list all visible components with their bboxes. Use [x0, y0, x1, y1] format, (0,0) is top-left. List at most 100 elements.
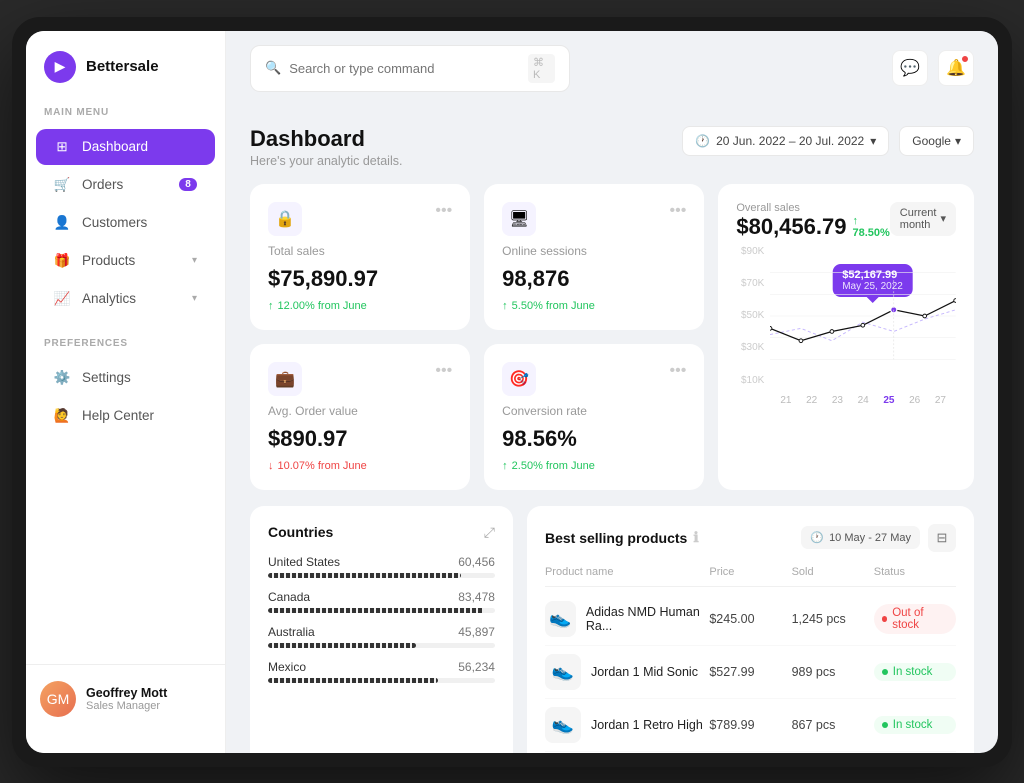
countries-card: Countries ⤢ United States 60,456 [250, 506, 513, 753]
filter-button[interactable]: ⊟ [928, 524, 956, 552]
notifications-button[interactable]: 🔔 [938, 50, 974, 86]
sidebar-item-label-help: Help Center [82, 408, 154, 423]
notification-dot [961, 55, 969, 63]
countries-title: Countries [268, 524, 333, 540]
overall-sales-label: Overall sales [736, 202, 889, 214]
product-price-2: $789.99 [709, 718, 791, 732]
sidebar-item-analytics[interactable]: 📈 Analytics ▾ [36, 281, 215, 317]
conversion-value: 98.56% [502, 426, 686, 452]
best-selling-card: Best selling products ℹ 🕐 10 May - 27 Ma… [527, 506, 974, 753]
stats-col-2: 🖥 ••• Online sessions 98,876 ↑ 5.50% fro… [484, 184, 704, 490]
conversion-label: Conversion rate [502, 404, 686, 418]
country-row-au: Australia 45,897 [268, 625, 495, 648]
sidebar-item-label-orders: Orders [82, 177, 123, 192]
dashboard-title-block: Dashboard Here's your analytic details. [250, 126, 402, 168]
messages-button[interactable]: 💬 [892, 50, 928, 86]
user-role: Sales Manager [86, 700, 211, 712]
info-icon: ℹ [693, 529, 698, 546]
sessions-icon: 🖥 [502, 202, 536, 236]
chart-svg-container: 21 22 23 24 25 26 27 [770, 246, 956, 406]
avg-order-change: ↓ 10.07% from June [268, 460, 452, 472]
period-chevron: ▾ [940, 212, 946, 225]
avg-order-value: $890.97 [268, 426, 452, 452]
search-bar[interactable]: 🔍 ⌘ K [250, 45, 570, 92]
product-sold-1: 989 pcs [792, 665, 874, 679]
date-chevron: ▾ [870, 134, 876, 148]
product-cell-2: 👟 Jordan 1 Retro High [545, 707, 709, 743]
sessions-value: 98,876 [502, 266, 686, 292]
period-button[interactable]: Current month ▾ [890, 202, 956, 236]
dashboard-subtitle: Here's your analytic details. [250, 154, 402, 168]
date-picker[interactable]: 🕐 20 Jun. 2022 – 20 Jul. 2022 ▾ [682, 126, 889, 156]
sidebar-item-label-settings: Settings [82, 370, 131, 385]
product-name-0: Adidas NMD Human Ra... [586, 605, 710, 633]
product-thumb-1: 👟 [545, 654, 581, 690]
conversion-arrow: ↑ [502, 460, 508, 472]
total-sales-change-text: 12.00% from June [278, 300, 367, 312]
source-text: Google [912, 134, 951, 148]
status-dot-1 [882, 669, 888, 675]
sessions-change-text: 5.50% from June [512, 300, 595, 312]
avg-order-change-text: 10.07% from June [278, 460, 367, 472]
bsp-table-header: Product name Price Sold Status [545, 566, 956, 587]
analytics-chevron: ▾ [192, 293, 197, 304]
sessions-label: Online sessions [502, 244, 686, 258]
sidebar-item-settings[interactable]: ⚙️ Settings [36, 360, 215, 396]
country-row-mx: Mexico 56,234 [268, 660, 495, 683]
bsp-title: Best selling products ℹ [545, 529, 699, 546]
product-thumb-0: 👟 [545, 601, 576, 637]
header-controls: 🕐 20 Jun. 2022 – 20 Jul. 2022 ▾ Google ▾ [682, 126, 974, 156]
user-info: Geoffrey Mott Sales Manager [86, 686, 211, 712]
topbar: 🔍 ⌘ K 💬 🔔 [226, 31, 998, 106]
bottom-row: Countries ⤢ United States 60,456 [250, 506, 974, 753]
sidebar-item-dashboard[interactable]: ⊞ Dashboard [36, 129, 215, 165]
main-menu-label: MAIN MENU [26, 107, 225, 128]
product-cell-0: 👟 Adidas NMD Human Ra... [545, 601, 709, 637]
conversion-icon: 🎯 [502, 362, 536, 396]
sidebar-item-customers[interactable]: 👤 Customers [36, 205, 215, 241]
expand-button[interactable]: ⤢ [484, 524, 495, 541]
country-row-us: United States 60,456 [268, 555, 495, 578]
search-input[interactable] [289, 61, 520, 76]
conversion-menu[interactable]: ••• [670, 362, 687, 380]
logo: ▶ Bettersale [26, 51, 225, 107]
bsp-date-range[interactable]: 🕐 10 May - 27 May [801, 526, 920, 549]
sidebar-item-products[interactable]: 🎁 Products ▾ [36, 243, 215, 279]
avatar: GM [40, 681, 76, 717]
avg-order-menu[interactable]: ••• [435, 362, 452, 380]
user-name: Geoffrey Mott [86, 686, 211, 700]
bsp-controls: 🕐 10 May - 27 May ⊟ [801, 524, 956, 552]
product-price-0: $245.00 [709, 612, 791, 626]
sessions-menu[interactable]: ••• [670, 202, 687, 220]
status-badge-1: In stock [874, 663, 956, 681]
device-screen: ▶ Bettersale MAIN MENU ⊞ Dashboard 🛒 Ord… [26, 31, 998, 753]
table-row: 👟 Jordan 1 Mid Sonic $527.99 989 pcs In … [545, 646, 956, 699]
y-axis: $90K $70K $50K $30K $10K [736, 246, 764, 386]
sidebar-item-orders[interactable]: 🛒 Orders 8 [36, 167, 215, 203]
chart-area: $90K $70K $50K $30K $10K [736, 246, 956, 406]
avg-order-icon: 💼 [268, 362, 302, 396]
chart-svg [770, 246, 956, 386]
source-picker[interactable]: Google ▾ [899, 126, 974, 156]
search-shortcut: ⌘ K [528, 54, 555, 83]
sidebar: ▶ Bettersale MAIN MENU ⊞ Dashboard 🛒 Ord… [26, 31, 226, 753]
date-range-text: 20 Jun. 2022 – 20 Jul. 2022 [716, 134, 864, 148]
prefs-label: PREFERENCES [26, 338, 225, 359]
settings-icon: ⚙️ [54, 370, 70, 386]
country-row-ca: Canada 83,478 [268, 590, 495, 613]
product-sold-0: 1,245 pcs [792, 612, 874, 626]
x-axis: 21 22 23 24 25 26 27 [770, 395, 956, 406]
stat-card-avg-order: 💼 ••• Avg. Order value $890.97 ↓ 10.07% … [250, 344, 470, 490]
product-thumb-2: 👟 [545, 707, 581, 743]
status-dot-0 [882, 616, 887, 622]
dashboard-content: Dashboard Here's your analytic details. … [226, 106, 998, 753]
total-sales-menu[interactable]: ••• [435, 202, 452, 220]
sessions-arrow: ↑ [502, 300, 508, 312]
total-sales-change-arrow: ↑ [268, 300, 274, 312]
stats-chart-row: 🔒 ••• Total sales $75,890.97 ↑ 12.00% fr… [250, 184, 974, 490]
orders-icon: 🛒 [54, 177, 70, 193]
user-profile[interactable]: GM Geoffrey Mott Sales Manager [26, 664, 225, 733]
sidebar-item-help[interactable]: 🙋 Help Center [36, 398, 215, 434]
sidebar-item-label-analytics: Analytics [82, 291, 136, 306]
stats-col-1: 🔒 ••• Total sales $75,890.97 ↑ 12.00% fr… [250, 184, 470, 490]
